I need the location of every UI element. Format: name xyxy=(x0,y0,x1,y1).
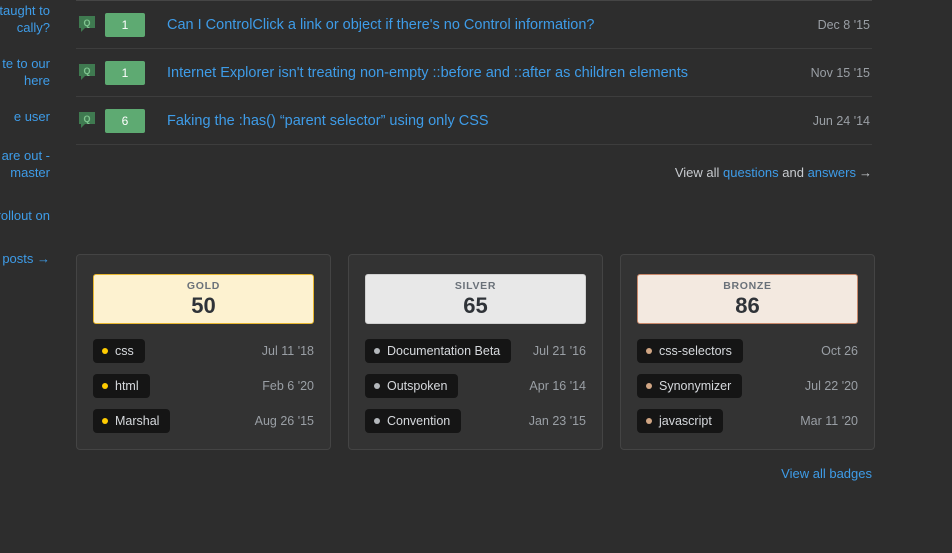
badge-date: Feb 6 '20 xyxy=(262,379,314,393)
sidebar-clipped-line[interactable]: here xyxy=(0,72,54,89)
list-item: html Feb 6 '20 xyxy=(93,374,314,398)
post-date: Dec 8 '15 xyxy=(817,17,870,32)
badge-date: Oct 26 xyxy=(821,344,858,358)
badge-tier-label: GOLD xyxy=(186,280,221,292)
sidebar-clipped-more-posts-link[interactable]: posts → xyxy=(0,250,54,267)
list-item: Synonymizer Jul 22 '20 xyxy=(637,374,858,398)
silver-dot-icon xyxy=(374,348,380,354)
badge-name: Outspoken xyxy=(387,379,448,393)
badge-card-gold: GOLD 50 css Jul 11 '18 html Feb 6 '20 Ma… xyxy=(76,254,331,450)
view-all-posts-line: View all questions and answers → xyxy=(76,145,872,180)
bronze-dot-icon xyxy=(646,383,652,389)
badge-date: Jul 21 '16 xyxy=(532,344,586,358)
sidebar-clipped-line[interactable]: master xyxy=(0,164,54,181)
badge-name: css xyxy=(115,344,134,358)
badge-header-gold: GOLD 50 xyxy=(93,274,314,324)
badge-header-bronze: BRONZE 86 xyxy=(637,274,858,324)
badge-card-bronze: BRONZE 86 css-selectors Oct 26 Synonymiz… xyxy=(620,254,875,450)
post-date: Jun 24 '14 xyxy=(812,113,870,128)
vote-count-badge: 6 xyxy=(105,108,145,133)
silver-dot-icon xyxy=(374,418,380,424)
post-title-link[interactable]: Can I ControlClick a link or object if t… xyxy=(167,17,804,33)
main-content: Q 1 Can I ControlClick a link or object … xyxy=(76,0,952,553)
badge-name: Marshal xyxy=(115,414,160,428)
sidebar-clipped-line[interactable]: e user xyxy=(0,108,54,125)
svg-text:Q: Q xyxy=(83,66,90,76)
badge-tier-count: 86 xyxy=(735,293,760,318)
view-all-conjunction: and xyxy=(778,165,808,180)
badge-name: css-selectors xyxy=(659,344,732,358)
badge-pill[interactable]: Convention xyxy=(365,409,462,433)
sidebar-clipped-line[interactable]: are out - xyxy=(0,147,54,164)
question-bubble-icon: Q xyxy=(78,111,96,131)
silver-dot-icon xyxy=(374,383,380,389)
badge-pill[interactable]: Synonymizer xyxy=(637,374,743,398)
badge-name: html xyxy=(115,379,139,393)
view-all-answers-link[interactable]: answers xyxy=(808,165,856,180)
table-row[interactable]: Q 1 Can I ControlClick a link or object … xyxy=(76,0,872,48)
clipped-sidebar-column: taught to cally? te to our here e user a… xyxy=(0,0,54,267)
post-list: Q 1 Can I ControlClick a link or object … xyxy=(76,0,872,145)
badge-name: Convention xyxy=(387,414,451,428)
badge-tier-count: 65 xyxy=(463,293,488,318)
badge-name: Documentation Beta xyxy=(387,344,501,358)
bronze-dot-icon xyxy=(646,418,652,424)
badge-date: Jul 22 '20 xyxy=(804,379,858,393)
view-all-questions-link[interactable]: questions xyxy=(723,165,779,180)
list-item: css-selectors Oct 26 xyxy=(637,339,858,363)
post-title-link[interactable]: Internet Explorer isn't treating non-emp… xyxy=(167,65,797,81)
post-date: Nov 15 '15 xyxy=(810,65,870,80)
badge-pill[interactable]: Documentation Beta xyxy=(365,339,512,363)
list-item: Documentation Beta Jul 21 '16 xyxy=(365,339,586,363)
table-row[interactable]: Q 1 Internet Explorer isn't treating non… xyxy=(76,48,872,96)
list-item: css Jul 11 '18 xyxy=(93,339,314,363)
gold-dot-icon xyxy=(102,383,108,389)
badge-pill[interactable]: Marshal xyxy=(93,409,171,433)
gold-dot-icon xyxy=(102,348,108,354)
list-item: Outspoken Apr 16 '14 xyxy=(365,374,586,398)
vote-count-badge: 1 xyxy=(105,12,145,37)
badge-pill[interactable]: javascript xyxy=(637,409,723,433)
view-all-prefix: View all xyxy=(674,165,723,180)
badge-card-silver: SILVER 65 Documentation Beta Jul 21 '16 … xyxy=(348,254,603,450)
arrow-right-icon: → xyxy=(859,165,872,180)
svg-text:Q: Q xyxy=(83,18,90,28)
badge-pill[interactable]: css xyxy=(93,339,145,363)
vote-count-badge: 1 xyxy=(105,60,145,85)
question-bubble-icon: Q xyxy=(78,15,96,35)
badge-pill[interactable]: css-selectors xyxy=(637,339,743,363)
badge-pill[interactable]: Outspoken xyxy=(365,374,459,398)
sidebar-clipped-line[interactable]: cally? xyxy=(0,19,54,36)
question-bubble-icon: Q xyxy=(78,63,96,83)
sidebar-clipped-line[interactable]: taught to xyxy=(0,2,54,19)
bronze-dot-icon xyxy=(646,348,652,354)
post-title-link[interactable]: Faking the :has() “parent selector” usin… xyxy=(167,113,799,129)
badge-tier-label: SILVER xyxy=(454,280,497,292)
badge-date: Aug 26 '15 xyxy=(254,414,314,428)
badge-header-silver: SILVER 65 xyxy=(365,274,586,324)
gold-dot-icon xyxy=(102,418,108,424)
badge-tier-label: BRONZE xyxy=(723,280,772,292)
badge-tier-count: 50 xyxy=(191,293,216,318)
badge-date: Apr 16 '14 xyxy=(529,379,586,393)
list-item: javascript Mar 11 '20 xyxy=(637,409,858,433)
badge-name: javascript xyxy=(659,414,712,428)
view-all-badges-container: View all badges xyxy=(76,466,872,481)
list-item: Marshal Aug 26 '15 xyxy=(93,409,314,433)
badge-date: Mar 11 '20 xyxy=(800,414,858,428)
badge-pill[interactable]: html xyxy=(93,374,150,398)
view-all-badges-link[interactable]: View all badges xyxy=(781,466,872,481)
table-row[interactable]: Q 6 Faking the :has() “parent selector” … xyxy=(76,96,872,144)
svg-text:Q: Q xyxy=(83,114,90,124)
badge-name: Synonymizer xyxy=(659,379,732,393)
sidebar-clipped-line[interactable]: te to our xyxy=(0,55,54,72)
badge-date: Jan 23 '15 xyxy=(528,414,586,428)
badge-date: Jul 11 '18 xyxy=(261,344,314,358)
list-item: Convention Jan 23 '15 xyxy=(365,409,586,433)
sidebar-clipped-line[interactable]: rollout on xyxy=(0,207,54,224)
badge-cards-container: GOLD 50 css Jul 11 '18 html Feb 6 '20 Ma… xyxy=(76,254,875,450)
